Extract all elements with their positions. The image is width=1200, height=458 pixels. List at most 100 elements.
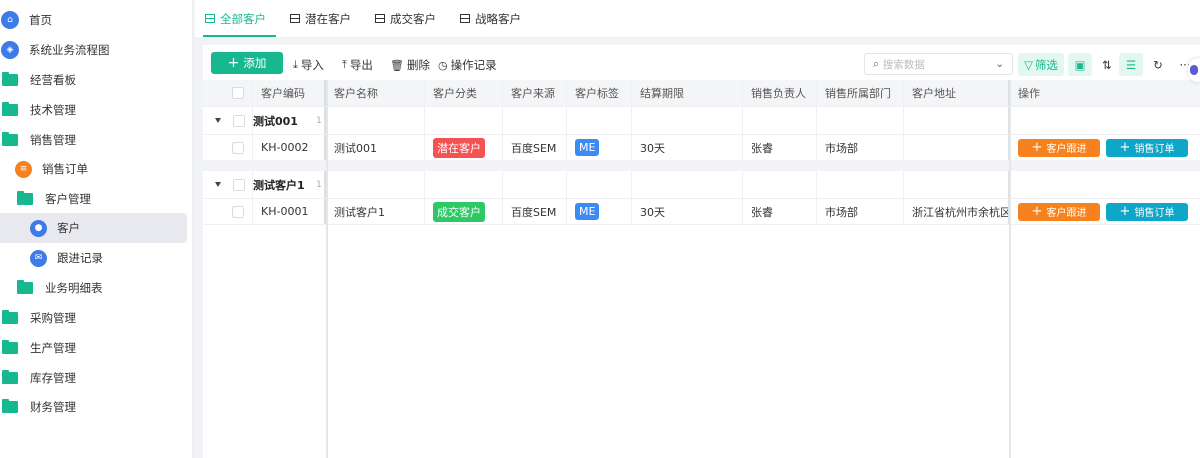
folder-icon bbox=[17, 280, 33, 294]
cube-icon: ◈ bbox=[1, 41, 19, 59]
button-label: 销售订单 bbox=[1134, 208, 1175, 219]
sidebar-item-dashboard[interactable]: 经营看板 bbox=[0, 65, 187, 95]
column-header[interactable]: 客户地址 bbox=[904, 80, 1010, 106]
sidebar: ⌂ 首页 ◈ 系统业务流程图 经营看板 技术管理 销售管理 ≡ 销售订单 客户管理 ●… bbox=[0, 0, 193, 458]
column-header[interactable]: 客户分类 bbox=[425, 80, 503, 106]
sidebar-item-finance[interactable]: 财务管理 bbox=[0, 392, 187, 422]
folder-open-icon bbox=[2, 132, 18, 146]
sidebar-item-label: 首页 bbox=[29, 13, 52, 27]
search-input[interactable]: ⌕ 搜索数据 ⌄ bbox=[864, 53, 1013, 75]
folder-icon bbox=[2, 370, 18, 384]
sidebar-item-label: 客户管理 bbox=[45, 192, 91, 206]
group-count: 1 bbox=[316, 116, 322, 126]
toolbar: + 添加 ⤓ 导入 ⤒ 导出 🗑 删除 ◷ 操作记录 ⌕ 搜索数据 ⌄ ▽ 筛选 ▣ ⇅ ☰ ↻… bbox=[203, 45, 1200, 80]
group-checkbox[interactable] bbox=[233, 115, 245, 127]
sidebar-item-label: 销售订单 bbox=[42, 162, 88, 176]
sidebar-item-customer[interactable]: ● 客户 bbox=[0, 213, 187, 243]
tab-potential-customers[interactable]: 潜在客户 bbox=[280, 0, 361, 37]
export-button[interactable]: ⤒ 导出 bbox=[342, 57, 373, 73]
sidebar-item-tech[interactable]: 技术管理 bbox=[0, 95, 187, 125]
sidebar-item-home[interactable]: ⌂ 首页 bbox=[0, 5, 187, 35]
customer-followup-button[interactable]: + 客户跟进 bbox=[1018, 138, 1100, 157]
sidebar-item-customer-mgmt[interactable]: 客户管理 bbox=[0, 184, 187, 214]
column-header[interactable]: 客户编码 bbox=[253, 80, 326, 106]
folder-icon bbox=[2, 310, 18, 324]
sales-dept: 市场部 bbox=[817, 135, 904, 160]
settlement-term: 30天 bbox=[632, 135, 743, 160]
customer-source: 百度SEM bbox=[503, 135, 567, 160]
sidebar-item-flowchart[interactable]: ◈ 系统业务流程图 bbox=[0, 35, 187, 65]
table-row[interactable]: KH-0001 测试客户1 成交客户 百度SEM ME 30天 张睿 市场部 浙… bbox=[203, 199, 1200, 225]
row-checkbox[interactable] bbox=[232, 205, 244, 218]
sidebar-item-label: 跟进记录 bbox=[57, 251, 103, 265]
tab-label: 潜在客户 bbox=[305, 11, 351, 26]
sidebar-item-followup[interactable]: ✉ 跟进记录 bbox=[0, 243, 187, 273]
column-divider bbox=[1009, 80, 1011, 458]
folder-icon bbox=[2, 72, 18, 86]
column-header[interactable]: 客户标签 bbox=[567, 80, 632, 106]
tab-label: 成交客户 bbox=[390, 11, 436, 26]
plus-icon: + bbox=[227, 55, 240, 71]
sidebar-item-details[interactable]: 业务明细表 bbox=[0, 273, 187, 303]
list-icon: ☰ bbox=[1125, 57, 1137, 72]
add-label: 添加 bbox=[243, 56, 267, 70]
floating-assistant-button[interactable] bbox=[1188, 58, 1200, 82]
sales-order-button[interactable]: + 销售订单 bbox=[1106, 138, 1188, 157]
caret-down-icon[interactable] bbox=[215, 118, 221, 123]
group-row[interactable]: 测试001 1 bbox=[203, 107, 1200, 135]
group-button[interactable]: ☰ bbox=[1119, 53, 1143, 76]
sales-order-button[interactable]: + 销售订单 bbox=[1106, 202, 1188, 221]
group-checkbox[interactable] bbox=[233, 179, 245, 191]
sort-button[interactable]: ⇅ bbox=[1095, 53, 1119, 76]
sidebar-item-production[interactable]: 生产管理 bbox=[0, 333, 187, 363]
plus-icon: + bbox=[1119, 204, 1131, 219]
settlement-term: 30天 bbox=[632, 199, 743, 224]
column-header[interactable]: 客户名称 bbox=[326, 80, 425, 106]
caret-down-icon[interactable] bbox=[215, 182, 221, 187]
sidebar-item-label: 生产管理 bbox=[30, 341, 76, 355]
sidebar-item-purchase[interactable]: 采购管理 bbox=[0, 303, 187, 333]
sidebar-item-sales[interactable]: 销售管理 bbox=[0, 125, 187, 155]
home-icon: ⌂ bbox=[1, 11, 19, 29]
delete-button[interactable]: 🗑 删除 bbox=[390, 57, 430, 73]
button-label: 客户跟进 bbox=[1046, 208, 1087, 219]
select-all-checkbox[interactable] bbox=[232, 87, 244, 99]
column-header[interactable]: 销售负责人 bbox=[743, 80, 817, 106]
table-row[interactable]: KH-0002 测试001 潜在客户 百度SEM ME 30天 张睿 市场部 +… bbox=[203, 135, 1200, 161]
tab-closed-customers[interactable]: 成交客户 bbox=[365, 0, 446, 37]
tab-strategic-customers[interactable]: 战略客户 bbox=[450, 0, 531, 37]
sidebar-item-sales-order[interactable]: ≡ 销售订单 bbox=[0, 154, 187, 184]
column-header[interactable]: 客户来源 bbox=[503, 80, 567, 106]
sidebar-item-label: 技术管理 bbox=[30, 103, 76, 117]
folder-icon bbox=[2, 102, 18, 116]
column-header[interactable]: 销售所属部门 bbox=[817, 80, 904, 106]
sidebar-item-label: 系统业务流程图 bbox=[29, 43, 110, 57]
customer-name: 测试客户1 bbox=[326, 199, 425, 224]
operation-log-button[interactable]: ◷ 操作记录 bbox=[438, 57, 497, 73]
sidebar-item-label: 业务明细表 bbox=[45, 281, 103, 295]
table-header: 客户编码 客户名称 客户分类 客户来源 客户标签 结算期限 销售负责人 销售所属… bbox=[203, 80, 1200, 107]
chart-view-button[interactable]: ▣ bbox=[1068, 53, 1092, 76]
tag-badge: ME bbox=[575, 203, 600, 220]
filter-button[interactable]: ▽ 筛选 bbox=[1018, 53, 1064, 76]
column-header[interactable]: 结算期限 bbox=[632, 80, 743, 106]
import-button[interactable]: ⤓ 导入 bbox=[293, 57, 324, 73]
customer-code: KH-0001 bbox=[253, 199, 326, 224]
add-button[interactable]: + 添加 bbox=[211, 52, 283, 74]
refresh-button[interactable]: ↻ bbox=[1146, 53, 1170, 76]
tab-label: 战略客户 bbox=[475, 11, 521, 26]
sidebar-item-inventory[interactable]: 库存管理 bbox=[0, 363, 187, 393]
refresh-icon: ↻ bbox=[1153, 57, 1163, 72]
customer-address bbox=[904, 135, 1010, 160]
export-label: 导出 bbox=[349, 58, 373, 72]
mail-icon: ✉ bbox=[30, 249, 47, 267]
column-header: 操作 bbox=[1018, 87, 1040, 100]
customer-address: 浙江省杭州市余杭区ZJ bbox=[904, 199, 1010, 224]
sidebar-item-label: 库存管理 bbox=[30, 371, 76, 385]
customer-followup-button[interactable]: + 客户跟进 bbox=[1018, 202, 1100, 221]
table-icon bbox=[205, 14, 215, 23]
filter-icon: ▽ bbox=[1024, 57, 1033, 72]
tab-all-customers[interactable]: 全部客户 bbox=[195, 0, 276, 37]
row-checkbox[interactable] bbox=[232, 141, 244, 154]
group-row[interactable]: 测试客户1 1 bbox=[203, 171, 1200, 199]
